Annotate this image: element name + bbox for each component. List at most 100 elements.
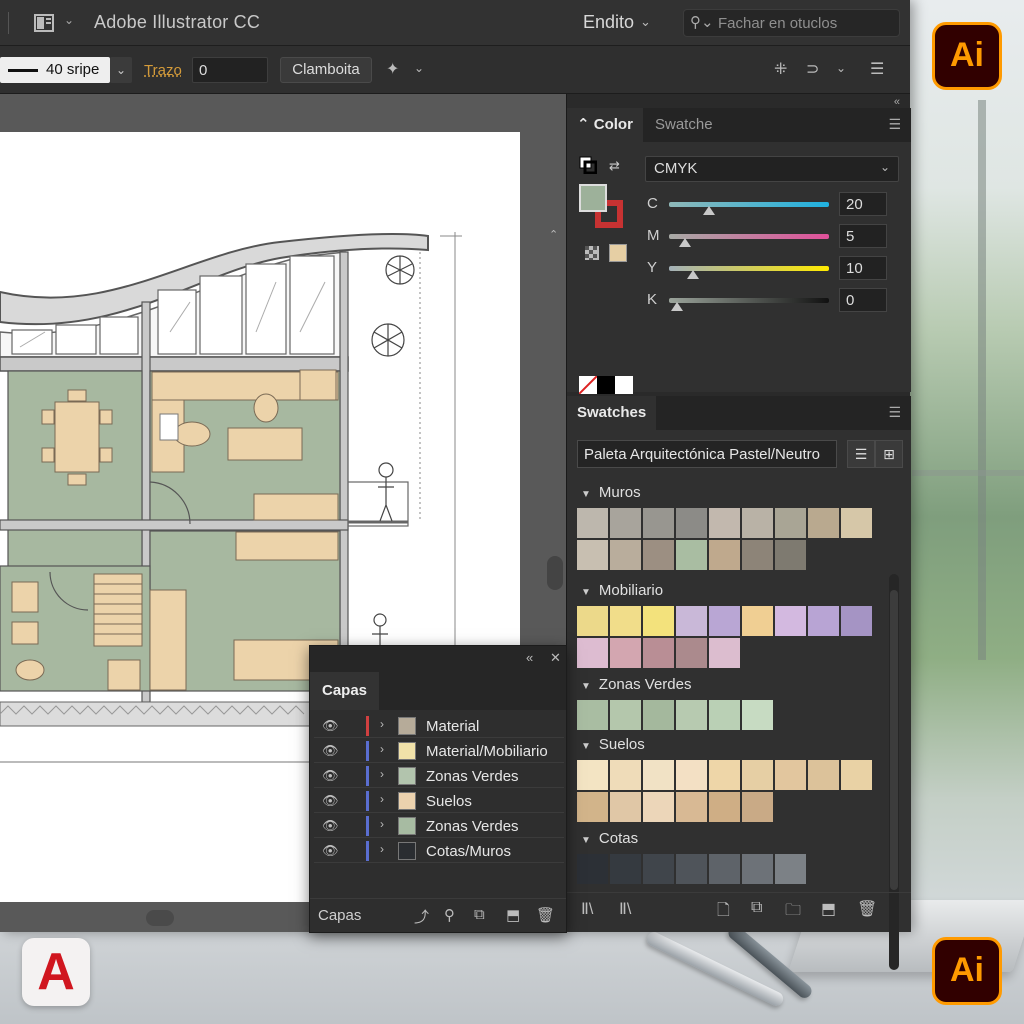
swatch-cell[interactable] <box>643 508 674 538</box>
panel-menu-icon[interactable]: ☰ <box>888 116 901 133</box>
swatch-cell[interactable] <box>643 854 674 884</box>
swatch-cell[interactable] <box>643 540 674 570</box>
swatch-cell[interactable] <box>841 508 872 538</box>
chevron-down-icon[interactable]: ⌄ <box>110 57 132 83</box>
swatch-cell[interactable] <box>709 854 740 884</box>
swatch-cell[interactable] <box>709 606 740 636</box>
visibility-eye-icon[interactable]: 👁 <box>322 793 339 809</box>
magenta-value-field[interactable]: 5 <box>839 224 887 248</box>
swatch-cell[interactable] <box>610 854 641 884</box>
export-layer-icon[interactable]: ⤴ <box>414 906 429 927</box>
style-button[interactable]: Clamboita <box>280 57 372 83</box>
swatch-cell[interactable] <box>676 638 707 668</box>
swatch-cell[interactable] <box>742 508 773 538</box>
black-slider-knob[interactable] <box>671 302 683 311</box>
swatch-cell[interactable] <box>643 700 674 730</box>
expand-arrow-icon[interactable]: › <box>380 842 384 856</box>
swatch-group-muros[interactable]: ▼ Muros <box>581 484 641 501</box>
swatch-group-mobiliario[interactable]: ▼ Mobiliario <box>581 582 663 599</box>
black-value-field[interactable]: 0 <box>839 288 887 312</box>
swatch-cell[interactable] <box>643 638 674 668</box>
search-box[interactable]: ⚲⌄ <box>683 9 900 37</box>
yellow-slider-knob[interactable] <box>687 270 699 279</box>
swatch-cell[interactable] <box>841 606 872 636</box>
expand-arrow-icon[interactable]: › <box>380 717 384 731</box>
puppet-warp-icon[interactable]: ✦ <box>386 59 399 79</box>
trash-icon[interactable]: 🗑 <box>536 906 555 924</box>
swatch-cell[interactable] <box>676 540 707 570</box>
scroll-thumb[interactable] <box>547 556 563 590</box>
swatch-libraries-icon[interactable]: Ⅱ\ <box>581 899 593 919</box>
stroke-panel-link[interactable]: Trazo <box>144 62 182 79</box>
swatch-cell[interactable] <box>841 760 872 790</box>
last-color-swatch[interactable] <box>609 244 627 262</box>
swatch-cell[interactable] <box>643 792 674 822</box>
horizontal-scroll-thumb[interactable] <box>146 910 174 926</box>
tab-swatches[interactable]: Swatche <box>645 108 723 142</box>
collapse-panels-icon[interactable]: « <box>894 96 900 108</box>
swatch-cell[interactable] <box>676 854 707 884</box>
tab-color[interactable]: ⌃ Color <box>567 108 643 142</box>
visibility-eye-icon[interactable]: 👁 <box>322 843 339 859</box>
new-group-folder-icon[interactable]: 🗀 <box>785 899 801 926</box>
cyan-track[interactable] <box>669 202 829 207</box>
list-view-icon[interactable]: ☰ <box>847 440 875 468</box>
new-layer-icon[interactable]: ⬒ <box>506 906 520 924</box>
black-track[interactable] <box>669 298 829 303</box>
swatch-cell[interactable] <box>676 606 707 636</box>
magenta-track[interactable] <box>669 234 829 239</box>
tab-swatches-panel[interactable]: Swatches <box>567 396 657 430</box>
none-color-icon[interactable] <box>585 246 603 264</box>
panel-menu-icon[interactable]: ☰ <box>870 59 884 79</box>
swatch-cell[interactable] <box>808 606 839 636</box>
swatch-cell[interactable] <box>808 508 839 538</box>
workspace-switcher[interactable]: Endito <box>583 12 634 33</box>
swatch-cell[interactable] <box>742 606 773 636</box>
show-kinds-icon[interactable]: Ⅱ\ <box>619 899 631 919</box>
swap-fill-stroke-icon[interactable]: ⇄ <box>609 158 627 176</box>
layer-row[interactable]: 👁 › Suelos <box>314 789 564 813</box>
swatch-cell[interactable] <box>577 508 608 538</box>
chevron-down-icon[interactable]: ⌄ <box>64 13 74 27</box>
swatch-cell[interactable] <box>775 606 806 636</box>
swatch-cell[interactable] <box>742 792 773 822</box>
visibility-eye-icon[interactable]: 👁 <box>322 743 339 759</box>
swatch-cell[interactable] <box>610 540 641 570</box>
expand-arrow-icon[interactable]: › <box>380 742 384 756</box>
transform-icon[interactable]: ⊃ <box>806 59 819 79</box>
new-document-icon[interactable]: 🗋 <box>717 899 730 926</box>
magenta-slider-knob[interactable] <box>679 238 691 247</box>
swatch-cell[interactable] <box>610 792 641 822</box>
layer-row[interactable]: 👁 › Zonas Verdes <box>314 764 564 788</box>
swatch-cell[interactable] <box>577 854 608 884</box>
swatch-cell[interactable] <box>775 508 806 538</box>
swatch-cell[interactable] <box>775 540 806 570</box>
chevron-down-icon[interactable]: ⌄ <box>836 61 846 75</box>
expand-arrow-icon[interactable]: › <box>380 792 384 806</box>
layer-row[interactable]: 👁 › Zonas Verdes <box>314 814 564 838</box>
swatch-cell[interactable] <box>676 760 707 790</box>
grid-view-icon[interactable]: ⊞ <box>875 440 903 468</box>
new-swatch-icon[interactable]: ⬒ <box>821 899 836 919</box>
panel-menu-icon[interactable]: ☰ <box>888 404 901 421</box>
expand-arrow-icon[interactable]: › <box>380 817 384 831</box>
swatch-cell[interactable] <box>742 760 773 790</box>
chevron-down-icon[interactable]: ⌄ <box>640 14 651 30</box>
swatch-cell[interactable] <box>676 792 707 822</box>
swatch-cell[interactable] <box>610 760 641 790</box>
swatch-cell[interactable] <box>709 508 740 538</box>
cyan-slider-knob[interactable] <box>703 206 715 215</box>
chevron-down-icon[interactable]: ⌄ <box>414 61 424 75</box>
stroke-weight-field[interactable]: 0 <box>192 57 268 83</box>
swatch-cell[interactable] <box>577 540 608 570</box>
swatch-cell[interactable] <box>643 606 674 636</box>
layer-row[interactable]: 👁 › Material <box>314 714 564 738</box>
swatch-cell[interactable] <box>577 760 608 790</box>
swatch-cell[interactable] <box>610 700 641 730</box>
visibility-eye-icon[interactable]: 👁 <box>322 718 339 734</box>
swatch-cell[interactable] <box>808 760 839 790</box>
yellow-value-field[interactable]: 10 <box>839 256 887 280</box>
align-icon[interactable]: ⁜ <box>774 59 787 79</box>
fill-swatch[interactable] <box>579 184 607 212</box>
swatch-cell[interactable] <box>709 540 740 570</box>
